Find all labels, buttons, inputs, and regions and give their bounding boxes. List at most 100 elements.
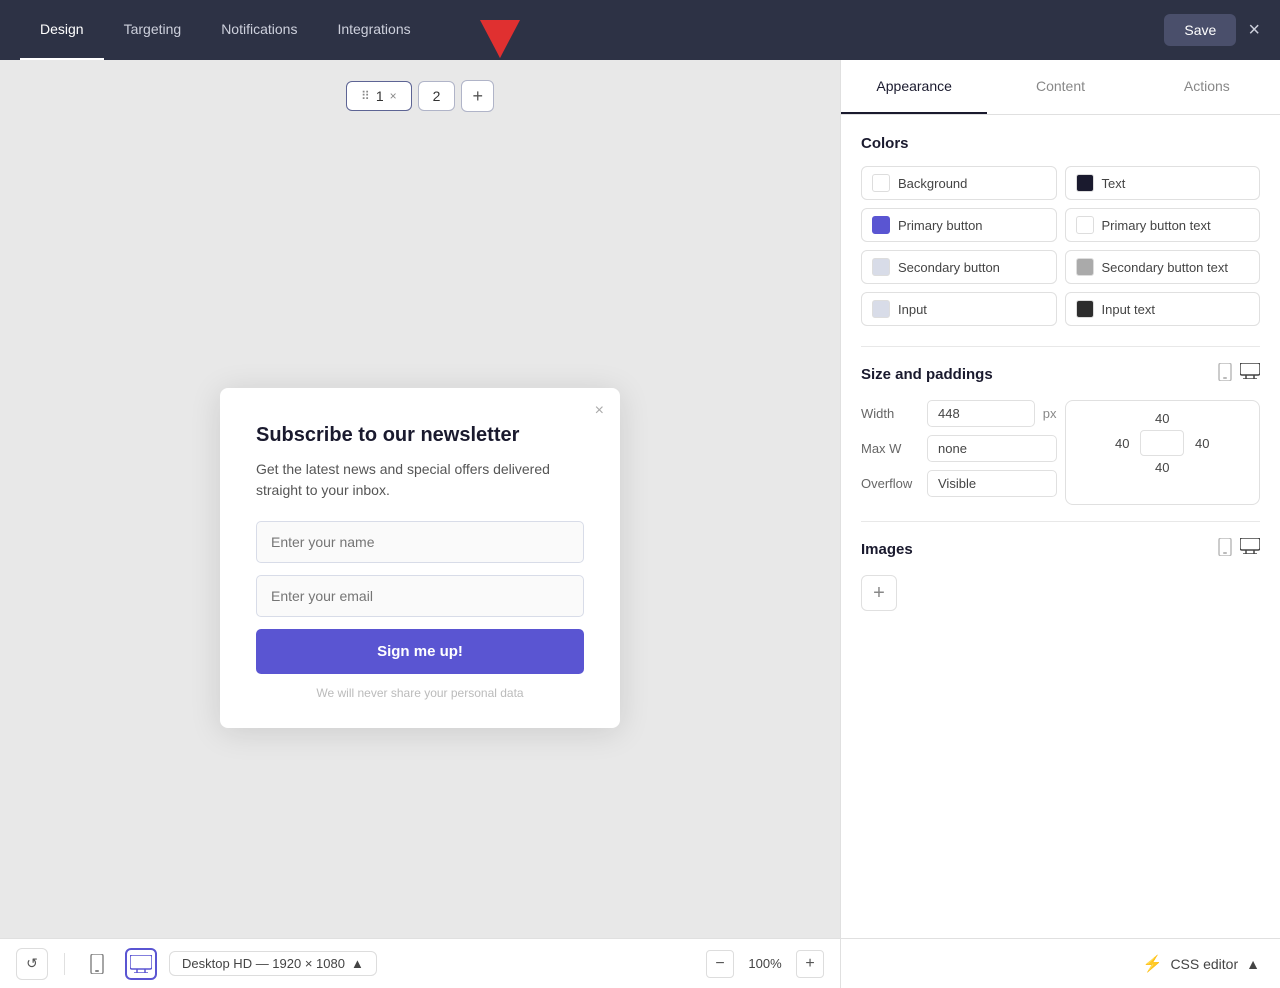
size-mobile-icon[interactable]: [1218, 363, 1232, 386]
step-tab-1-label: 1: [376, 88, 384, 104]
overflow-label: Overflow: [861, 476, 919, 491]
close-button[interactable]: ×: [1248, 19, 1260, 42]
desktop-icon: [130, 955, 152, 973]
canvas-preview: × Subscribe to our newsletter Get the la…: [0, 128, 840, 988]
color-background[interactable]: Background: [861, 166, 1057, 200]
resolution-selector[interactable]: Desktop HD — 1920 × 1080 ▲: [169, 951, 377, 976]
modal-preview: × Subscribe to our newsletter Get the la…: [220, 388, 620, 728]
zoom-value: 100%: [746, 956, 784, 971]
nav-tab-design[interactable]: Design: [20, 0, 104, 60]
primary-button-text-swatch: [1076, 216, 1094, 234]
separator: [64, 953, 65, 975]
padding-box: 40 40 40 40: [1065, 400, 1261, 505]
maxw-select[interactable]: none: [927, 435, 1057, 462]
add-image-button[interactable]: +: [861, 575, 897, 611]
primary-button-swatch: [872, 216, 890, 234]
size-desktop-icon[interactable]: [1240, 363, 1260, 386]
step-tab-1-close-icon[interactable]: ×: [390, 89, 397, 103]
color-secondary-button[interactable]: Secondary button: [861, 250, 1057, 284]
add-step-button[interactable]: +: [461, 80, 494, 112]
canvas-area: ⠿ 1 × 2 + × Subscribe to our newsletter …: [0, 60, 840, 988]
padding-top-value: 40: [1150, 411, 1174, 426]
nav-tab-targeting[interactable]: Targeting: [104, 0, 202, 60]
section-divider-1: [861, 346, 1260, 347]
input-label: Input: [898, 302, 927, 317]
images-desktop-icon[interactable]: [1240, 538, 1260, 561]
tab-appearance[interactable]: Appearance: [841, 60, 987, 114]
modal-description: Get the latest news and special offers d…: [256, 459, 584, 501]
text-color-swatch: [1076, 174, 1094, 192]
tab-actions[interactable]: Actions: [1134, 60, 1280, 114]
modal-title: Subscribe to our newsletter: [256, 424, 584, 447]
color-primary-button-text[interactable]: Primary button text: [1065, 208, 1261, 242]
secondary-button-swatch: [872, 258, 890, 276]
color-secondary-button-text[interactable]: Secondary button text: [1065, 250, 1261, 284]
padding-center-input[interactable]: [1140, 430, 1184, 456]
color-text[interactable]: Text: [1065, 166, 1261, 200]
mobile-view-button[interactable]: [81, 948, 113, 980]
images-header: Images: [861, 538, 1260, 561]
modal-disclaimer: We will never share your personal data: [256, 686, 584, 700]
images-mobile-icon[interactable]: [1218, 538, 1232, 561]
width-unit: px: [1043, 406, 1057, 421]
drag-handle-icon: ⠿: [361, 89, 370, 103]
css-editor-button[interactable]: ⚡ CSS editor ▲: [1143, 954, 1260, 974]
refresh-button[interactable]: ↺: [16, 948, 48, 980]
secondary-button-text-label: Secondary button text: [1102, 260, 1228, 275]
overflow-select[interactable]: Visible: [927, 470, 1057, 497]
images-title: Images: [861, 541, 913, 558]
step-tab-2-label: 2: [433, 88, 441, 104]
mobile-icon: [89, 954, 105, 974]
input-text-label: Input text: [1102, 302, 1155, 317]
email-input[interactable]: [256, 575, 584, 617]
main-layout: ⠿ 1 × 2 + × Subscribe to our newsletter …: [0, 60, 1280, 988]
name-input[interactable]: [256, 521, 584, 563]
padding-top-row: 40: [1150, 411, 1174, 426]
signup-button[interactable]: Sign me up!: [256, 629, 584, 674]
primary-button-text-label: Primary button text: [1102, 218, 1211, 233]
panel-content: Colors Background Text Primary button: [841, 115, 1280, 938]
desktop-view-button[interactable]: [125, 948, 157, 980]
nav-tab-integrations[interactable]: Integrations: [317, 0, 430, 60]
primary-button-label: Primary button: [898, 218, 983, 233]
arrow-indicator: [470, 10, 530, 60]
color-input[interactable]: Input: [861, 292, 1057, 326]
resolution-label: Desktop HD — 1920 × 1080: [182, 956, 345, 971]
maxw-field-row: Max W none: [861, 435, 1057, 462]
size-paddings-title: Size and paddings: [861, 366, 993, 383]
zoom-out-button[interactable]: −: [706, 950, 734, 978]
modal-close-button[interactable]: ×: [595, 402, 604, 420]
overflow-field-row: Overflow Visible: [861, 470, 1057, 497]
padding-left-value: 40: [1110, 436, 1134, 451]
width-field-row: Width px: [861, 400, 1057, 427]
colors-grid: Background Text Primary button Primary b…: [861, 166, 1260, 326]
resolution-chevron-icon: ▲: [351, 956, 364, 971]
size-fields: Width px Max W none Overflow Visible: [861, 400, 1057, 505]
background-label: Background: [898, 176, 967, 191]
size-paddings-grid: Width px Max W none Overflow Visible: [861, 400, 1260, 505]
zoom-in-button[interactable]: +: [796, 950, 824, 978]
maxw-label: Max W: [861, 441, 919, 456]
secondary-button-label: Secondary button: [898, 260, 1000, 275]
width-input[interactable]: [927, 400, 1035, 427]
colors-section-title: Colors: [861, 135, 1260, 152]
padding-middle-row: 40 40: [1110, 430, 1214, 456]
background-swatch: [872, 174, 890, 192]
input-text-swatch: [1076, 300, 1094, 318]
css-editor-bar: ⚡ CSS editor ▲: [841, 938, 1280, 988]
nav-tab-notifications[interactable]: Notifications: [201, 0, 317, 60]
step-tab-2[interactable]: 2: [418, 81, 456, 111]
color-primary-button[interactable]: Primary button: [861, 208, 1057, 242]
color-input-text[interactable]: Input text: [1065, 292, 1261, 326]
size-device-icons: [1218, 363, 1260, 386]
padding-right-value: 40: [1190, 436, 1214, 451]
padding-bottom-row: 40: [1150, 460, 1174, 475]
right-panel: Appearance Content Actions Colors Backgr…: [840, 60, 1280, 988]
text-color-label: Text: [1102, 176, 1126, 191]
css-editor-chevron-icon: ▲: [1246, 956, 1260, 972]
tab-content[interactable]: Content: [987, 60, 1133, 114]
save-button[interactable]: Save: [1164, 14, 1236, 46]
css-editor-label: CSS editor: [1170, 956, 1238, 972]
top-nav: Design Targeting Notifications Integrati…: [0, 0, 1280, 60]
step-tab-1[interactable]: ⠿ 1 ×: [346, 81, 412, 111]
